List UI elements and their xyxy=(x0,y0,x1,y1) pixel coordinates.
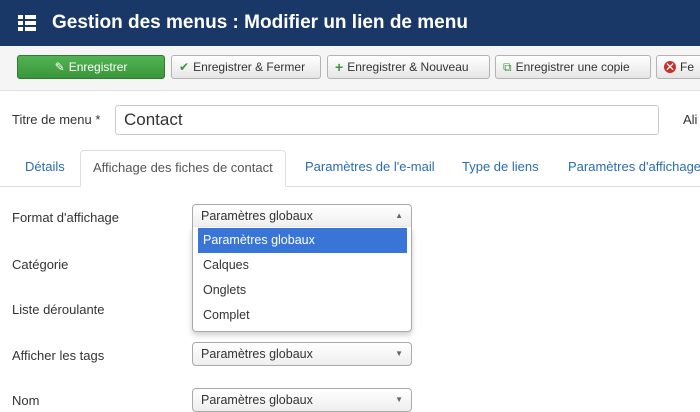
plus-icon: + xyxy=(335,59,344,75)
save-close-label: Enregistrer & Fermer xyxy=(193,60,306,74)
tab-display-params[interactable]: Paramètres d'affichage xyxy=(568,150,700,186)
name-select-value: Paramètres globaux xyxy=(201,393,313,407)
dropdown-option-layers[interactable]: Calques xyxy=(198,253,407,278)
save-close-button[interactable]: ✔ Enregistrer & Fermer xyxy=(171,55,321,79)
tab-details[interactable]: Détails xyxy=(25,150,65,186)
title-label: Titre de menu * xyxy=(12,112,101,127)
close-label: Fe xyxy=(680,60,695,74)
tags-select[interactable]: Paramètres globaux ▼ xyxy=(192,342,412,366)
tags-label: Afficher les tags xyxy=(12,348,105,363)
tab-contact-display[interactable]: Affichage des fiches de contact xyxy=(80,150,286,187)
category-label: Catégorie xyxy=(12,257,69,272)
tab-email-params[interactable]: Paramètres de l'e-mail xyxy=(305,150,435,186)
save-new-label: Enregistrer & Nouveau xyxy=(347,60,469,74)
copy-icon: ⧉ xyxy=(503,59,512,74)
save-button-label: Enregistrer xyxy=(68,60,128,74)
tab-link-type[interactable]: Type de liens xyxy=(462,150,539,186)
dropdown-option-global[interactable]: Paramètres globaux xyxy=(198,228,407,253)
dropdown-list-label: Liste déroulante xyxy=(12,302,105,317)
save-copy-label: Enregistrer une copie xyxy=(515,60,630,74)
save-new-button[interactable]: + Enregistrer & Nouveau xyxy=(327,55,490,79)
save-copy-button[interactable]: ⧉ Enregistrer une copie xyxy=(495,55,651,79)
name-label: Nom xyxy=(12,393,40,408)
check-icon: ✔ xyxy=(179,60,190,74)
menu-grid-icon xyxy=(18,15,36,31)
toolbar: ✎ Enregistrer ✔ Enregistrer & Fermer + E… xyxy=(0,46,700,91)
menu-title-input[interactable]: Contact xyxy=(115,105,659,135)
edit-icon: ✎ xyxy=(54,60,65,74)
chevron-down-icon: ▼ xyxy=(395,349,403,358)
alias-label: Ali xyxy=(683,112,698,127)
close-button[interactable]: ✕ Fe xyxy=(656,55,700,79)
format-label: Format d'affichage xyxy=(12,210,120,225)
tab-bar: Détails Affichage des fiches de contact … xyxy=(0,150,700,187)
chevron-up-icon: ▲ xyxy=(395,211,403,220)
chevron-down-icon: ▼ xyxy=(395,395,403,404)
format-dropdown-list: Paramètres globaux Calques Onglets Compl… xyxy=(192,227,412,332)
dropdown-option-complete[interactable]: Complet xyxy=(198,303,407,328)
page-title: Gestion des menus : Modifier un lien de … xyxy=(52,12,468,33)
tags-select-value: Paramètres globaux xyxy=(201,347,313,361)
dropdown-option-tabs[interactable]: Onglets xyxy=(198,278,407,303)
save-button[interactable]: ✎ Enregistrer xyxy=(17,55,165,79)
name-select[interactable]: Paramètres globaux ▼ xyxy=(192,388,412,412)
format-select-value: Paramètres globaux xyxy=(201,209,313,223)
close-icon: ✕ xyxy=(664,60,676,74)
header-bar: Gestion des menus : Modifier un lien de … xyxy=(0,0,700,46)
format-select[interactable]: Paramètres globaux ▲ xyxy=(192,204,412,228)
